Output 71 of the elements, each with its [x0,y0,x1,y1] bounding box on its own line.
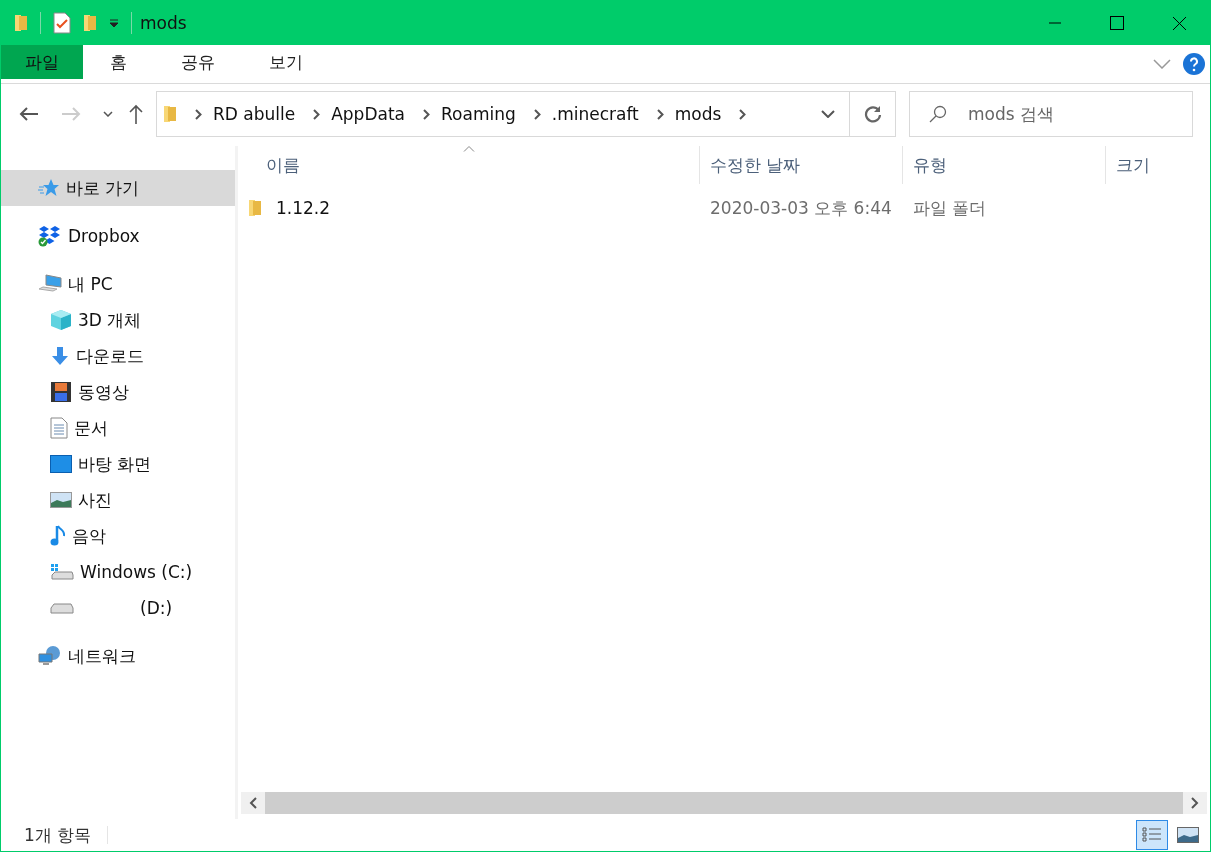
close-icon [1171,15,1187,31]
up-arrow-icon[interactable] [128,104,144,124]
column-header[interactable]: 크기 [1106,146,1210,184]
nav-item[interactable]: 내 PC [1,266,235,302]
breadcrumb[interactable]: mods [674,104,722,124]
network-icon [38,645,62,667]
column-header[interactable]: 유형 [903,146,1106,184]
breadcrumb[interactable]: .minecraft [551,104,639,124]
chevron-icon[interactable] [739,108,747,120]
back-arrow-icon[interactable] [19,106,39,122]
landscape-picture-icon [1177,827,1199,843]
refresh-icon [863,105,882,123]
sort-caret-icon [462,146,475,152]
breadcrumb[interactable]: Roaming [441,104,516,124]
expand-ribbon-icon[interactable] [1153,59,1171,69]
nav-item[interactable]: 사진 [1,482,235,518]
music-note-icon [50,525,66,547]
breadcrumb[interactable]: AppData [331,104,405,124]
document-icon [50,417,68,439]
table-cell-text: 2020-03-03 오후 6:44 [709,196,893,220]
column-header[interactable]: 수정한 날짜 [700,146,903,184]
window-title: mods [140,13,187,33]
nav-item[interactable]: 네트워크 [1,638,235,674]
chevron-icon[interactable] [533,108,541,120]
ribbon-tab[interactable]: 보기 [242,45,330,79]
nav-item[interactable]: 문서 [1,410,235,446]
address-bar[interactable]: RD abulle AppData Roaming .minecraft mods [156,91,896,137]
folder-icon [248,198,262,218]
computer-icon [38,274,62,294]
nav-item[interactable]: 3D 개체 [1,302,235,338]
chevron-icon[interactable] [313,108,321,120]
table-cell-text: 파일 폴더 [912,196,988,220]
recent-caret-icon[interactable] [103,111,113,117]
nav-item[interactable]: 음악 [1,518,235,554]
ribbon-tab[interactable]: 파일 [1,45,83,79]
search-icon [929,105,947,123]
nav-item[interactable]: 바탕 화면 [1,446,235,482]
chevron-icon[interactable] [656,108,664,120]
dropbox-icon [38,225,62,247]
landscape-photo-icon [50,492,72,508]
cube-icon [50,309,72,331]
hard-drive-icon [50,563,74,581]
ribbon-tab[interactable]: 홈 [83,45,154,79]
chevron-icon[interactable] [423,108,430,120]
scroll-left-icon[interactable] [248,797,258,809]
customize-dropdown-icon[interactable] [109,18,119,28]
details-list-icon [1142,826,1162,844]
ribbon-tab[interactable]: 공유 [154,45,242,79]
star-icon [38,178,60,198]
nav-item[interactable]: (D:) [1,590,235,626]
help-icon[interactable] [1183,53,1205,75]
scroll-right-icon[interactable] [1190,797,1200,809]
nav-item[interactable]: 동영상 [1,374,235,410]
hard-drive-icon [50,602,74,614]
download-arrow-icon [50,346,70,366]
details-view-button[interactable] [1136,820,1168,850]
maximize-icon [1110,16,1124,30]
desktop-icon [50,455,72,473]
film-icon [50,381,72,403]
nav-item[interactable]: 다운로드 [1,338,235,374]
file-name[interactable]: 1.12.2 [276,198,331,218]
breadcrumb[interactable]: RD abulle [213,104,296,124]
nav-item[interactable]: 바로 가기 [1,170,235,206]
column-header[interactable]: 이름 [238,146,700,184]
folder-icon [163,104,177,124]
search-field[interactable]: mods 검색 [909,91,1193,137]
dropdown-caret-icon[interactable] [821,110,835,118]
item-count: 1개 항목 [24,823,92,847]
nav-item[interactable]: Dropbox [1,218,235,254]
chevron-icon[interactable] [195,108,202,120]
nav-item[interactable]: Windows (C:) [1,554,235,590]
